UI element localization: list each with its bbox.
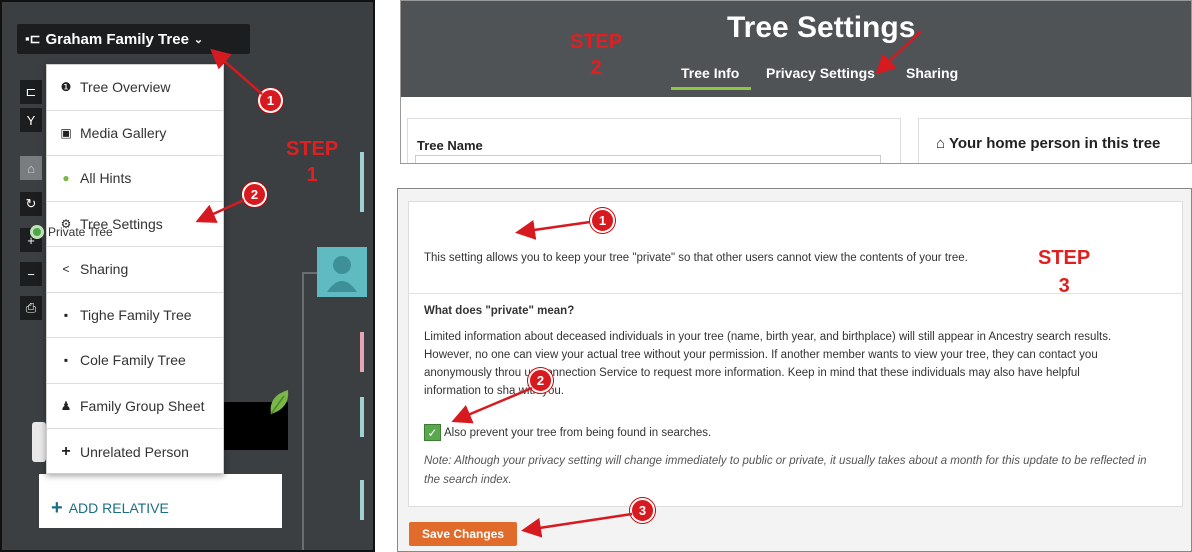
callout-arrows <box>451 219 633 538</box>
arrow-to-save <box>521 512 633 538</box>
arrow-to-private-radio <box>515 219 591 240</box>
arrow-to-checkbox <box>451 386 533 424</box>
